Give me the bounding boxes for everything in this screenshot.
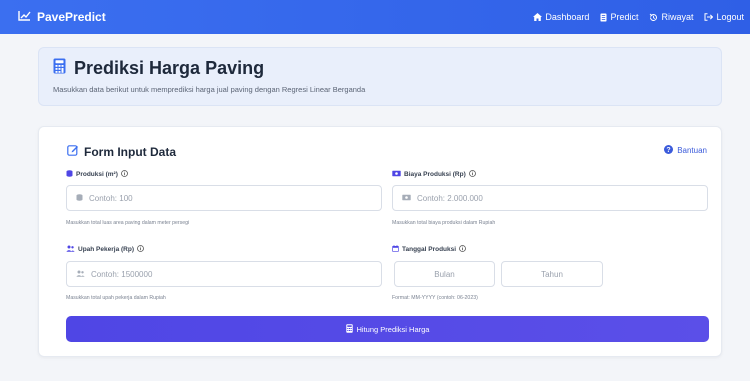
calculator-icon	[345, 323, 353, 335]
bulan-input[interactable]: Bulan	[394, 261, 495, 287]
biaya-input[interactable]: Contoh: 2.000.000	[392, 185, 708, 211]
biaya-label: Biaya Produksi (Rp)	[392, 170, 476, 179]
biaya-placeholder: Contoh: 2.000.000	[417, 193, 483, 203]
database-icon	[66, 170, 73, 179]
calendar-icon	[392, 245, 399, 254]
calculator-icon	[53, 58, 66, 79]
users-icon	[66, 245, 75, 254]
money-icon	[402, 194, 411, 203]
produksi-placeholder: Contoh: 100	[89, 193, 133, 203]
upah-label-text: Upah Pekerja (Rp)	[78, 246, 134, 253]
produksi-label-text: Produksi (m²)	[76, 171, 118, 178]
edit-icon	[67, 144, 79, 159]
upah-input[interactable]: Contoh: 1500000	[66, 261, 382, 287]
nav-links: Dashboard Predict Riwayat Logout	[533, 12, 744, 22]
submit-button[interactable]: Hitung Prediksi Harga	[66, 316, 709, 342]
logout-icon	[704, 13, 714, 21]
info-icon	[121, 170, 128, 179]
chart-line-icon	[18, 10, 31, 24]
info-icon	[137, 245, 144, 254]
users-icon	[76, 270, 85, 279]
nav-dashboard[interactable]: Dashboard	[533, 12, 589, 22]
biaya-label-text: Biaya Produksi (Rp)	[404, 171, 466, 178]
document-icon	[600, 13, 607, 22]
tanggal-label: Tanggal Produksi	[392, 245, 466, 254]
page-title-text: Prediksi Harga Paving	[74, 58, 265, 78]
info-icon	[468, 170, 476, 179]
nav-dashboard-label: Dashboard	[545, 12, 590, 22]
tahun-input[interactable]: Tahun	[501, 261, 603, 287]
produksi-input[interactable]: Contoh: 100	[66, 185, 382, 211]
database-icon	[76, 193, 83, 203]
nav-predict[interactable]: Predict	[600, 12, 638, 22]
money-icon	[392, 170, 401, 179]
brand[interactable]: PavePredict	[18, 10, 106, 24]
form-card: Form Input Data ? Bantuan Produksi (m²) …	[38, 126, 722, 357]
bulan-placeholder: Bulan	[434, 269, 455, 279]
upah-help: Masukkan total upah pekerja dalam Rupiah	[66, 295, 166, 301]
info-icon	[459, 245, 466, 254]
form-title: Form Input Data	[67, 144, 176, 159]
biaya-help: Masukkan total biaya produksi dalam Rupi…	[392, 220, 496, 226]
produksi-label: Produksi (m²)	[66, 170, 128, 179]
nav-logout[interactable]: Logout	[704, 12, 744, 22]
history-icon	[649, 13, 658, 22]
tanggal-label-text: Tanggal Produksi	[402, 246, 457, 253]
page-subtitle: Masukkan data berikut untuk memprediksi …	[53, 85, 366, 94]
help-link[interactable]: ? Bantuan	[664, 145, 707, 156]
nav-logout-label: Logout	[716, 12, 744, 22]
page-title: Prediksi Harga Paving	[53, 58, 264, 79]
nav-riwayat-label: Riwayat	[661, 12, 694, 22]
form-title-text: Form Input Data	[84, 144, 176, 159]
upah-placeholder: Contoh: 1500000	[91, 269, 153, 279]
help-link-label: Bantuan	[677, 146, 707, 155]
tahun-placeholder: Tahun	[541, 269, 563, 279]
page-header: Prediksi Harga Paving Masukkan data beri…	[38, 47, 722, 106]
nav-riwayat[interactable]: Riwayat	[649, 12, 693, 22]
nav-predict-label: Predict	[610, 12, 639, 22]
home-icon	[533, 13, 543, 21]
tanggal-help: Format: MM-YYYY (contoh: 06-2023)	[392, 295, 478, 301]
upah-label: Upah Pekerja (Rp)	[66, 245, 144, 254]
brand-name: PavePredict	[37, 10, 106, 24]
question-icon: ?	[664, 145, 674, 156]
produksi-help: Masukkan total luas area paving dalam me…	[66, 220, 190, 226]
navbar: PavePredict Dashboard Predict Riwayat Lo…	[0, 0, 750, 34]
submit-button-label: Hitung Prediksi Harga	[356, 324, 430, 334]
svg-text:?: ?	[667, 147, 671, 154]
